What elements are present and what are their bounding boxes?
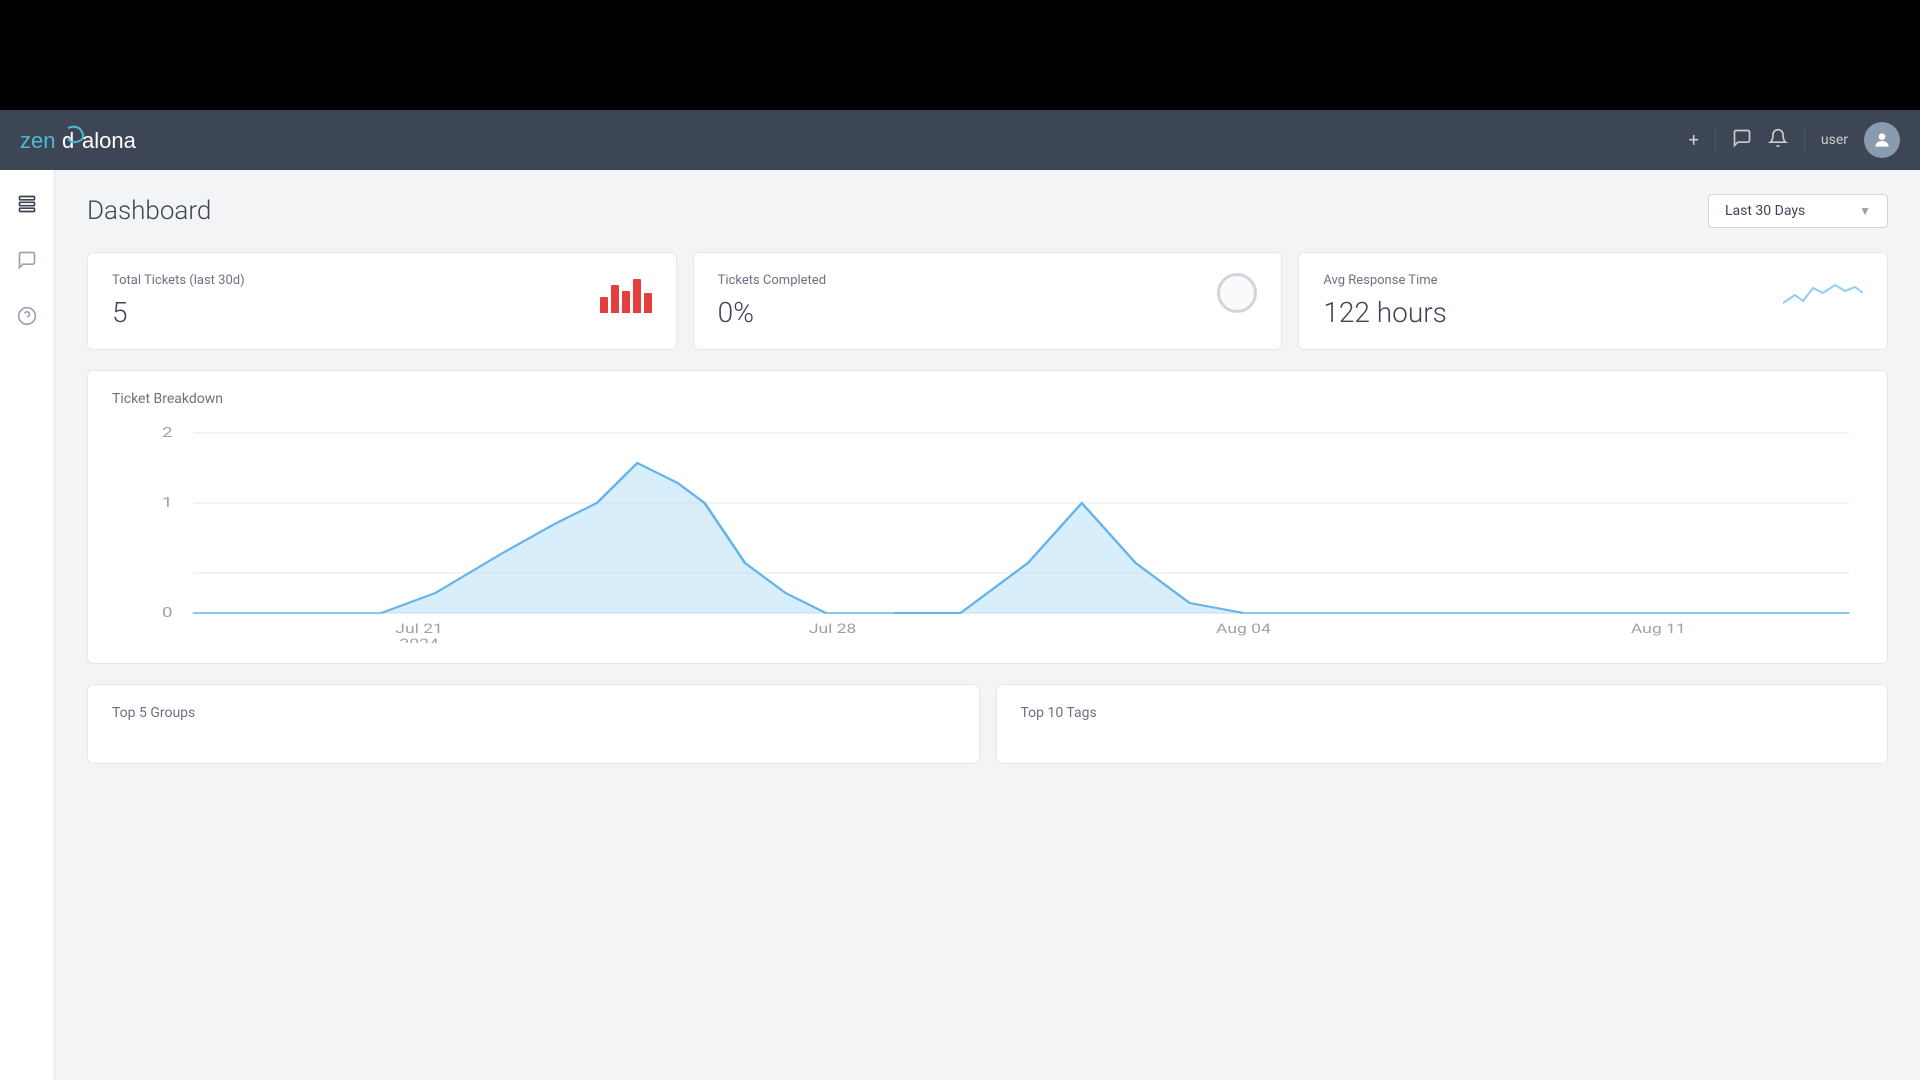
- svg-text:d: d: [62, 128, 74, 153]
- breakdown-chart-svg: 2 1 0 Jul 21: [112, 423, 1863, 643]
- svg-text:1: 1: [162, 495, 173, 511]
- chart-title: Ticket Breakdown: [112, 391, 1863, 407]
- bar-4: [633, 279, 641, 313]
- svg-text:Aug 11: Aug 11: [1631, 621, 1686, 636]
- svg-text:0: 0: [162, 605, 173, 621]
- bar-3: [622, 291, 630, 313]
- header-right: + user: [1689, 122, 1900, 158]
- divider-1: [1715, 128, 1716, 152]
- top-5-groups-card: Top 5 Groups: [87, 684, 980, 764]
- svg-text:alona: alona: [82, 128, 137, 153]
- svg-text:2: 2: [162, 425, 173, 441]
- svg-text:2024: 2024: [399, 636, 439, 643]
- stat-card-response-content: Avg Response Time 122 hours: [1323, 273, 1447, 329]
- svg-text:Jul 28: Jul 28: [809, 621, 857, 636]
- stat-label-response: Avg Response Time: [1323, 273, 1447, 288]
- stat-card-response: Avg Response Time 122 hours: [1298, 252, 1888, 350]
- bar-1: [600, 297, 608, 313]
- top-bar: [0, 0, 1920, 110]
- mini-line-chart: [1783, 273, 1863, 313]
- content-area: Dashboard Last 30 Days ▼ Total Tickets (…: [55, 170, 1920, 1080]
- bar-2: [611, 285, 619, 313]
- top-10-tags-title: Top 10 Tags: [1021, 705, 1864, 721]
- header: zen d alona + user: [0, 110, 1920, 170]
- page-title: Dashboard: [87, 196, 211, 226]
- stat-cards-container: Total Tickets (last 30d) 5 Tickets Compl…: [87, 252, 1888, 350]
- stat-value-completed: 0%: [718, 296, 826, 329]
- top-5-groups-title: Top 5 Groups: [112, 705, 955, 721]
- sidebar: [0, 170, 55, 1080]
- main-layout: Dashboard Last 30 Days ▼ Total Tickets (…: [0, 170, 1920, 1080]
- plus-icon[interactable]: +: [1689, 130, 1699, 151]
- svg-text:zen: zen: [20, 128, 55, 153]
- line-chart-mini-container: [1783, 273, 1863, 317]
- sidebar-item-chat[interactable]: [9, 242, 45, 278]
- user-label: user: [1821, 132, 1848, 148]
- top-10-tags-card: Top 10 Tags: [996, 684, 1889, 764]
- logo-svg: zen d alona: [20, 122, 160, 158]
- avatar: [1864, 122, 1900, 158]
- chat-icon[interactable]: [1732, 128, 1752, 153]
- page-header: Dashboard Last 30 Days ▼: [87, 194, 1888, 228]
- circle-icon: [1217, 273, 1257, 313]
- stat-label-completed: Tickets Completed: [718, 273, 826, 288]
- stat-value-response: 122 hours: [1323, 296, 1447, 329]
- bottom-cards-container: Top 5 Groups Top 10 Tags: [87, 684, 1888, 764]
- stat-value-tickets: 5: [112, 296, 245, 329]
- date-filter-label: Last 30 Days: [1725, 203, 1805, 219]
- svg-text:Jul 21: Jul 21: [395, 621, 443, 636]
- stat-label-tickets: Total Tickets (last 30d): [112, 273, 245, 288]
- sidebar-item-tickets[interactable]: [9, 186, 45, 222]
- logo: zen d alona: [20, 122, 160, 158]
- date-filter-dropdown[interactable]: Last 30 Days ▼: [1708, 194, 1888, 228]
- bar-5: [644, 293, 652, 313]
- stat-card-completed: Tickets Completed 0%: [693, 252, 1283, 350]
- bell-icon[interactable]: [1768, 128, 1788, 153]
- ticket-breakdown-card: Ticket Breakdown 2 1 0: [87, 370, 1888, 664]
- chevron-down-icon: ▼: [1859, 204, 1871, 218]
- stat-card-tickets: Total Tickets (last 30d) 5: [87, 252, 677, 350]
- bar-chart-icon: [600, 273, 652, 313]
- sidebar-item-help[interactable]: [9, 298, 45, 334]
- divider-2: [1804, 128, 1805, 152]
- chart-area: 2 1 0 Jul 21: [112, 423, 1863, 643]
- stat-card-tickets-content: Total Tickets (last 30d) 5: [112, 273, 245, 329]
- stat-card-completed-content: Tickets Completed 0%: [718, 273, 826, 329]
- svg-text:Aug 04: Aug 04: [1216, 621, 1271, 636]
